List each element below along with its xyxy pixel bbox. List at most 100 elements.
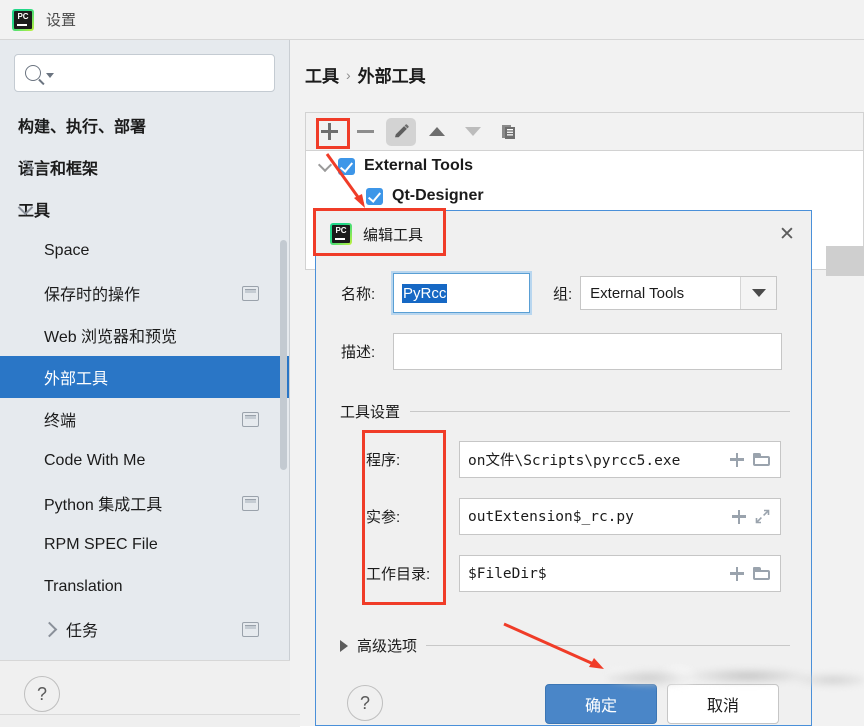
- plus-icon[interactable]: [730, 452, 744, 467]
- chevron-right-icon[interactable]: [41, 621, 58, 637]
- sidebar-item-terminal[interactable]: 终端: [0, 398, 289, 440]
- tools-toolbar: [305, 112, 864, 150]
- pycharm-icon: PC: [12, 8, 34, 31]
- working-directory-label: 工作目录:: [366, 566, 431, 583]
- name-input-value: PyRcc: [402, 283, 448, 303]
- sidebar-item-label: Space: [44, 242, 90, 259]
- tree-row-qt-designer[interactable]: Qt-Designer: [306, 181, 863, 211]
- tree-row-external-tools[interactable]: External Tools: [306, 151, 863, 181]
- expand-icon[interactable]: [755, 509, 770, 524]
- checkbox-checked-icon[interactable]: [366, 187, 383, 205]
- sidebar-item-actions-on-save[interactable]: 保存时的操作: [0, 272, 289, 314]
- name-input[interactable]: PyRcc: [393, 273, 530, 313]
- sidebar-item-label: Web 浏览器和预览: [44, 329, 178, 346]
- project-scope-icon: [242, 495, 259, 511]
- advanced-options-label: 高级选项: [357, 638, 418, 655]
- sidebar-item-label: 构建、执行、部署: [18, 119, 147, 136]
- sidebar-item-web-browsers-preview[interactable]: Web 浏览器和预览: [0, 314, 289, 356]
- pycharm-icon: PC: [330, 223, 352, 245]
- chevron-down-icon[interactable]: [740, 277, 777, 309]
- background-band: [826, 246, 864, 276]
- dialog-titlebar: PC 编辑工具: [316, 211, 811, 257]
- add-button[interactable]: [314, 118, 344, 146]
- breadcrumb-root[interactable]: 工具: [305, 62, 339, 87]
- program-input-value: on文件\Scripts\pyrcc5.exe: [468, 453, 681, 469]
- folder-icon[interactable]: [753, 453, 770, 466]
- project-scope-icon: [242, 285, 259, 301]
- settings-sidebar: 构建、执行、部署 语言和框架 工具 Space 保存时的操作 Web 浏览器和预…: [0, 40, 290, 660]
- search-wrapper: [0, 40, 289, 92]
- group-label: 组:: [553, 285, 573, 303]
- edit-button[interactable]: [386, 117, 416, 146]
- description-row: 描述:: [341, 333, 782, 370]
- breadcrumb: 工具 › 外部工具: [305, 62, 426, 87]
- pencil-icon: [395, 123, 409, 137]
- advanced-options-toggle[interactable]: 高级选项: [340, 635, 790, 656]
- program-input[interactable]: on文件\Scripts\pyrcc5.exe: [459, 441, 781, 478]
- section-divider: [410, 411, 790, 412]
- description-input[interactable]: [393, 333, 782, 370]
- folder-icon[interactable]: [753, 567, 770, 580]
- plus-icon[interactable]: [730, 566, 744, 581]
- chevron-down-icon[interactable]: [317, 157, 333, 172]
- plus-icon[interactable]: [732, 509, 746, 524]
- project-scope-icon: [242, 621, 259, 637]
- remove-button[interactable]: [350, 118, 380, 146]
- triangle-up-icon: [429, 127, 445, 136]
- group-select-value: External Tools: [590, 284, 685, 302]
- sidebar-item-tools[interactable]: 工具: [0, 188, 289, 230]
- tree-row-label: External Tools: [364, 157, 474, 174]
- arguments-input[interactable]: outExtension$_rc.py: [459, 498, 781, 535]
- sidebar-item-label: 外部工具: [44, 371, 109, 388]
- arguments-label: 实参:: [366, 509, 401, 526]
- group-select[interactable]: External Tools: [580, 276, 778, 310]
- chevron-down-icon[interactable]: [46, 72, 54, 78]
- tool-settings-section-header: 工具设置: [340, 401, 790, 422]
- move-up-button[interactable]: [422, 118, 452, 146]
- ok-button[interactable]: 确定: [545, 684, 657, 724]
- sidebar-item-code-with-me[interactable]: Code With Me: [0, 440, 289, 482]
- program-input-actions: [730, 452, 772, 467]
- sidebar-scrollbar[interactable]: [280, 240, 287, 470]
- triangle-right-icon: [340, 639, 348, 652]
- working-directory-input-actions: [730, 566, 772, 581]
- section-divider: [426, 645, 790, 646]
- sidebar-item-python-integrated-tools[interactable]: Python 集成工具: [0, 482, 289, 524]
- sidebar-item-label: Python 集成工具: [44, 497, 163, 514]
- sidebar-item-label: RPM SPEC File: [44, 536, 158, 553]
- sidebar-item-label: Translation: [44, 578, 123, 595]
- dialog-help-button[interactable]: ?: [347, 685, 383, 721]
- checkbox-checked-icon[interactable]: [338, 157, 355, 175]
- sidebar-item-label: 终端: [44, 413, 77, 430]
- arguments-row: 实参: outExtension$_rc.py: [366, 498, 781, 535]
- settings-window: PC 设置 构建、执行、部署 语言和框架 工具 Space 保存时的操作 Web…: [0, 0, 864, 727]
- sidebar-item-space[interactable]: Space: [0, 230, 289, 272]
- move-down-button[interactable]: [458, 118, 488, 146]
- working-directory-row: 工作目录: $FileDir$: [366, 555, 781, 592]
- window-titlebar: PC 设置: [0, 0, 864, 40]
- name-label: 名称:: [341, 285, 376, 303]
- name-row: 名称: PyRcc 组: External Tools: [341, 273, 778, 313]
- sidebar-item-tasks[interactable]: 任务: [0, 608, 289, 650]
- settings-category-tree: 构建、执行、部署 语言和框架 工具 Space 保存时的操作 Web 浏览器和预…: [0, 104, 289, 650]
- program-label: 程序:: [366, 452, 401, 469]
- search-input[interactable]: [14, 54, 275, 92]
- sidebar-item-translation[interactable]: Translation: [0, 566, 289, 608]
- tree-row-label: Qt-Designer: [392, 187, 484, 204]
- working-directory-input[interactable]: $FileDir$: [459, 555, 781, 592]
- sidebar-item-languages-frameworks[interactable]: 语言和框架: [0, 146, 289, 188]
- help-button[interactable]: ?: [24, 676, 60, 712]
- cancel-button[interactable]: 取消: [667, 684, 779, 724]
- plus-icon: [320, 123, 338, 140]
- copy-button[interactable]: [494, 118, 524, 146]
- edit-tool-dialog: PC 编辑工具 ✕ 名称: PyRcc 组: External Tools 描述…: [315, 210, 812, 726]
- sidebar-item-rpm-spec-file[interactable]: RPM SPEC File: [0, 524, 289, 566]
- sidebar-item-label: 任务: [66, 623, 99, 640]
- sidebar-item-build-exec-deploy[interactable]: 构建、执行、部署: [0, 104, 289, 146]
- sidebar-item-external-tools[interactable]: 外部工具: [0, 356, 289, 398]
- close-icon[interactable]: ✕: [777, 224, 797, 244]
- arguments-input-value: outExtension$_rc.py: [468, 508, 634, 525]
- project-scope-icon: [242, 411, 259, 427]
- copy-icon: [502, 124, 515, 139]
- breadcrumb-separator-icon: ›: [346, 66, 351, 83]
